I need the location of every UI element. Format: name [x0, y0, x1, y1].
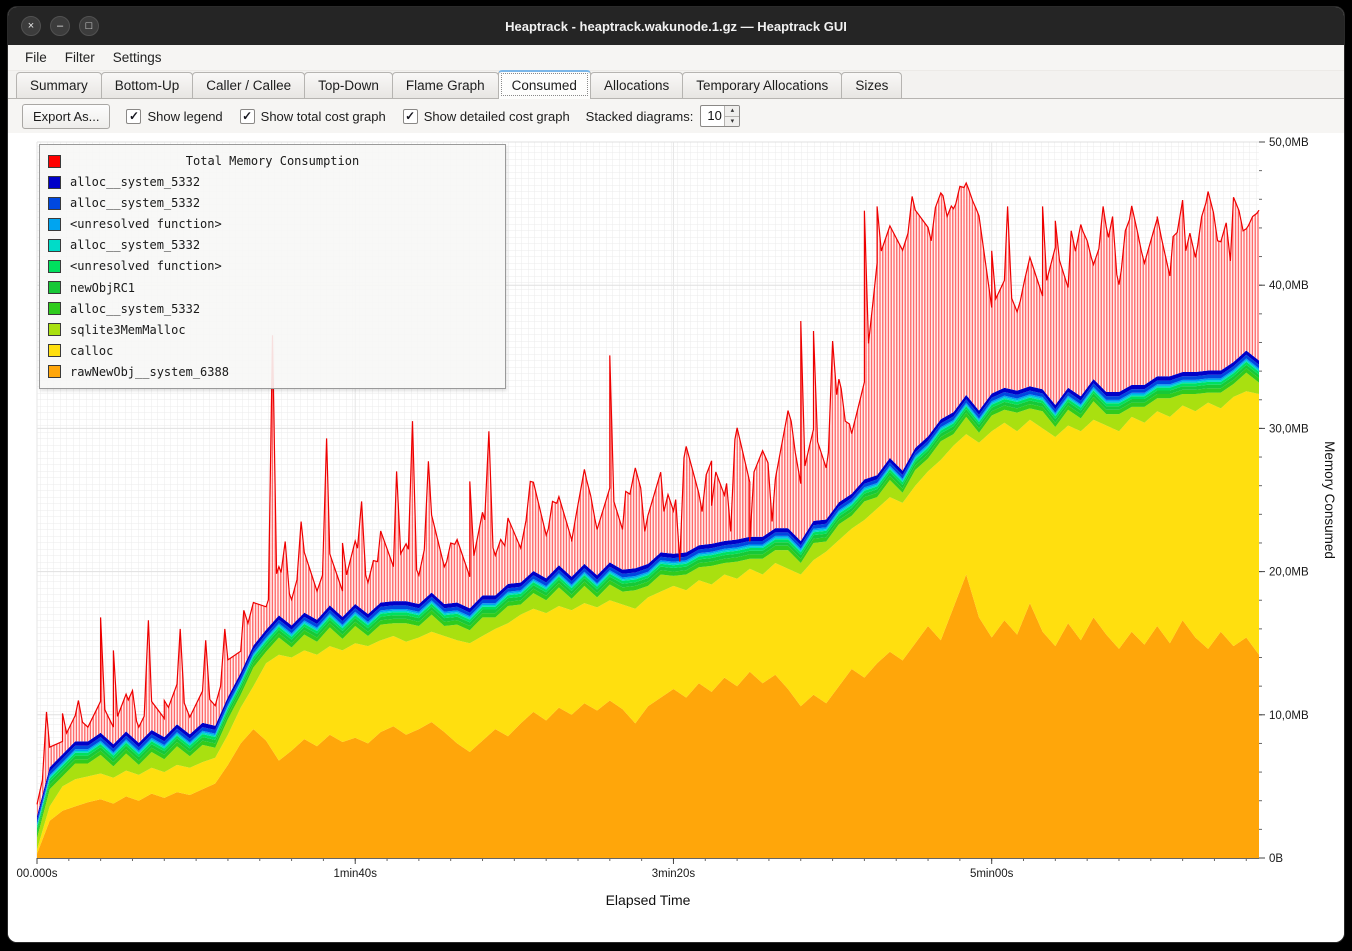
- checkbox-label: Show detailed cost graph: [424, 109, 570, 124]
- tab-summary[interactable]: Summary: [16, 72, 102, 99]
- stacked-diagrams-label: Stacked diagrams:: [586, 109, 694, 124]
- tab-top-down[interactable]: Top-Down: [304, 72, 393, 99]
- heaptrack-window: × – □ Heaptrack - heaptrack.wakunode.1.gz …: [7, 6, 1345, 943]
- legend-item-label: <unresolved function>: [70, 259, 222, 273]
- title-bar: × – □ Heaptrack - heaptrack.wakunode.1.gz …: [8, 7, 1344, 45]
- legend-swatch: [48, 155, 61, 168]
- tab-allocations[interactable]: Allocations: [590, 72, 683, 99]
- menu-item-file[interactable]: File: [16, 47, 56, 68]
- stacked-diagrams-spinner[interactable]: 10 ▴ ▾: [700, 105, 740, 127]
- checkmark-icon: ✓: [126, 109, 141, 124]
- legend-swatch: [48, 218, 61, 231]
- legend-item-label: alloc__system_5332: [70, 302, 200, 316]
- legend-item-label: sqlite3MemMalloc: [70, 323, 186, 337]
- tab-caller-callee[interactable]: Caller / Callee: [192, 72, 305, 99]
- x-tick-label: 3min20s: [652, 868, 696, 880]
- y-axis-title: Memory Consumed: [1322, 441, 1337, 559]
- menu-item-filter[interactable]: Filter: [56, 47, 104, 68]
- legend-swatch: [48, 323, 61, 336]
- tab-bottom-up[interactable]: Bottom-Up: [101, 72, 194, 99]
- spinner-buttons: ▴ ▾: [724, 106, 739, 126]
- checkbox-show-total-cost-graph[interactable]: ✓ Show total cost graph: [240, 109, 386, 124]
- y-tick-label: 20,0MB: [1269, 567, 1309, 579]
- legend-swatch: [48, 239, 61, 252]
- y-tick-label: 10,0MB: [1269, 710, 1309, 722]
- tab-sizes[interactable]: Sizes: [841, 72, 902, 99]
- tab-consumed[interactable]: Consumed: [498, 70, 591, 99]
- x-axis-title: Elapsed Time: [606, 892, 691, 908]
- legend-item: calloc: [48, 341, 497, 361]
- legend-item-label: calloc: [70, 344, 113, 358]
- tab-bar: SummaryBottom-UpCaller / CalleeTop-DownF…: [8, 71, 1344, 99]
- legend-item-label: rawNewObj__system_6388: [70, 365, 229, 379]
- export-as-button[interactable]: Export As...: [22, 104, 110, 129]
- maximize-icon: □: [86, 20, 93, 32]
- checkmark-icon: ✓: [403, 109, 418, 124]
- maximize-button[interactable]: □: [79, 16, 99, 36]
- y-tick-label: 0B: [1269, 853, 1283, 865]
- minimize-button[interactable]: –: [50, 16, 70, 36]
- checkbox-label: Show total cost graph: [261, 109, 386, 124]
- legend-item-label: alloc__system_5332: [70, 238, 200, 252]
- legend-swatch: [48, 302, 61, 315]
- legend-swatch: [48, 197, 61, 210]
- legend-item: alloc__system_5332: [48, 235, 497, 255]
- menu-item-settings[interactable]: Settings: [104, 47, 171, 68]
- legend-swatch: [48, 281, 61, 294]
- spinner-up-icon[interactable]: ▴: [725, 106, 739, 116]
- chart-toolbar: Export As... ✓ Show legend ✓ Show total cos…: [8, 99, 1344, 133]
- x-tick-label: 5min00s: [970, 868, 1014, 880]
- legend-item: newObjRC1: [48, 278, 497, 298]
- minimize-icon: –: [57, 20, 63, 32]
- consumed-chart-area[interactable]: Total Memory Consumption alloc__system_53…: [8, 133, 1344, 943]
- spinner-down-icon[interactable]: ▾: [725, 116, 739, 127]
- y-tick-label: 40,0MB: [1269, 280, 1309, 292]
- checkbox-show-legend[interactable]: ✓ Show legend: [126, 109, 222, 124]
- legend-item-label: <unresolved function>: [70, 217, 222, 231]
- menu-item-label: Settings: [113, 50, 162, 65]
- checkbox-label: Show legend: [147, 109, 222, 124]
- tab-temporary-allocations[interactable]: Temporary Allocations: [682, 72, 842, 99]
- legend-item-label: alloc__system_5332: [70, 196, 200, 210]
- menu-item-label: File: [25, 50, 47, 65]
- legend-item: <unresolved function>: [48, 214, 497, 234]
- window-controls: × – □: [21, 16, 99, 36]
- y-tick-label: 50,0MB: [1269, 137, 1309, 149]
- legend-swatch: [48, 260, 61, 273]
- legend-swatch: [48, 176, 61, 189]
- legend-item: alloc__system_5332: [48, 299, 497, 319]
- y-tick-label: 30,0MB: [1269, 423, 1309, 435]
- legend-item-label: alloc__system_5332: [70, 175, 200, 189]
- legend-item: rawNewObj__system_6388: [48, 362, 497, 382]
- x-tick-label: 00.000s: [17, 868, 58, 880]
- legend-swatch: [48, 365, 61, 378]
- legend-item-label: newObjRC1: [70, 281, 135, 295]
- checkmark-icon: ✓: [240, 109, 255, 124]
- legend-title-row: Total Memory Consumption: [48, 151, 497, 171]
- chart-legend: Total Memory Consumption alloc__system_53…: [39, 144, 506, 389]
- legend-swatch: [48, 344, 61, 357]
- legend-title: Total Memory Consumption: [186, 154, 359, 168]
- stacked-diagrams-value: 10: [701, 106, 724, 126]
- tab-flame-graph[interactable]: Flame Graph: [392, 72, 499, 99]
- menu-item-label: Filter: [65, 50, 95, 65]
- close-button[interactable]: ×: [21, 16, 41, 36]
- close-icon: ×: [28, 20, 34, 32]
- legend-item: alloc__system_5332: [48, 193, 497, 213]
- window-title: Heaptrack - heaptrack.wakunode.1.gz — He…: [8, 19, 1344, 34]
- checkbox-group: ✓ Show legend ✓ Show total cost graph ✓ Show …: [126, 109, 569, 124]
- stacked-diagrams-group: Stacked diagrams: 10 ▴ ▾: [586, 105, 741, 127]
- menu-bar: File Filter Settings: [8, 45, 1344, 71]
- x-tick-label: 1min40s: [333, 868, 377, 880]
- checkbox-show-detailed-cost-graph[interactable]: ✓ Show detailed cost graph: [403, 109, 570, 124]
- legend-item: sqlite3MemMalloc: [48, 320, 497, 340]
- legend-item: alloc__system_5332: [48, 172, 497, 192]
- legend-item: <unresolved function>: [48, 256, 497, 276]
